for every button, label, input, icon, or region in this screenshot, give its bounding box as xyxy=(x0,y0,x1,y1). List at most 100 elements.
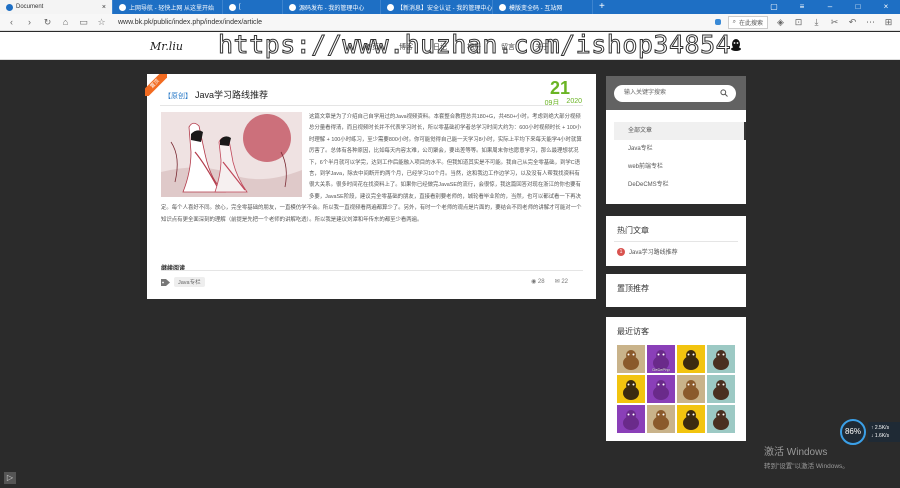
hot-articles-box: 热门文章 1 Java学习路线推荐 xyxy=(606,216,746,266)
page-favicon-icon xyxy=(289,3,296,11)
page-favicon-icon xyxy=(387,3,394,11)
date-month: 09月 xyxy=(544,100,560,107)
article-category: Java专栏 xyxy=(161,277,205,287)
reload-icon[interactable]: ↻ xyxy=(42,17,53,28)
close-window-icon[interactable]: × xyxy=(872,0,900,14)
tab-label: [ xyxy=(239,4,241,10)
tab-source-publish[interactable]: 源码发布 - 我的管理中心 xyxy=(283,0,381,14)
visitor-avatar[interactable]: DeDePhp xyxy=(647,345,675,373)
search-header: 输入关键字搜索 xyxy=(606,76,746,110)
search-icon[interactable] xyxy=(720,89,728,97)
avatar-image xyxy=(677,375,705,403)
thumbnail-space xyxy=(161,112,309,197)
site-header: Mr.liu 首页 博客 日记 相册 留言 关于 xyxy=(0,32,900,60)
grid-icon[interactable]: ⊞ xyxy=(883,17,894,28)
avatar-image xyxy=(617,375,645,403)
cut-icon[interactable]: ✂ xyxy=(829,17,840,28)
more-icon[interactable]: ⋯ xyxy=(865,17,876,28)
article-title[interactable]: 【原创】 Java学习路线推荐 xyxy=(164,88,268,101)
article-excerpt: 这篇文章是为了介绍自己自学用过的Java视频资料。本套整合教程总共180+G，共… xyxy=(161,112,583,226)
tab-label: 上网导航 - 轻快上网 从这里开始 xyxy=(129,5,214,12)
tab-bracket[interactable]: [ xyxy=(223,0,283,14)
qq-penguin-icon[interactable] xyxy=(730,38,742,52)
visitor-avatar[interactable] xyxy=(647,375,675,403)
minimize-icon[interactable]: – xyxy=(816,0,844,14)
back-icon[interactable]: ‹ xyxy=(6,17,17,27)
game-icon[interactable]: ◈ xyxy=(775,17,786,28)
category-item-all[interactable]: 全部文章 xyxy=(614,122,746,140)
article-card: 置顶 【原创】 Java学习路线推荐 21 09月 2020 这篇文章是为了介绍自… xyxy=(145,74,596,299)
home-icon[interactable]: ⌂ xyxy=(60,17,71,27)
avatar-image xyxy=(707,375,735,403)
hot-article-label: Java学习路线推荐 xyxy=(629,250,678,256)
nav-item[interactable]: 相册 xyxy=(467,42,481,52)
tab-security[interactable]: 【新消息】安全认证 - 我的管理中心 xyxy=(381,0,493,14)
activate-title: 激活 Windows xyxy=(764,447,828,458)
visitor-avatar[interactable] xyxy=(677,405,705,433)
forward-icon[interactable]: › xyxy=(24,17,35,27)
browser-search-box[interactable]: ⌕ 在此搜索 xyxy=(727,15,768,29)
network-speed: ↑ 2.5K/s ↓ 1.6K/s xyxy=(868,422,900,442)
visitor-avatar[interactable] xyxy=(707,375,735,403)
visitor-avatar[interactable] xyxy=(617,405,645,433)
search-icon: ⌕ xyxy=(732,18,736,25)
browser-toolbar: ‹ › ↻ ⌂ ▭ ☆ www.bk.pk/public/index.php/i… xyxy=(0,14,900,31)
menu-icon[interactable]: ≡ xyxy=(788,0,816,14)
avatar-image xyxy=(647,375,675,403)
skin-icon[interactable]: ▢ xyxy=(760,0,788,14)
nav-item[interactable]: 博客 xyxy=(399,42,413,52)
hot-article-item[interactable]: 1 Java学习路线推荐 xyxy=(617,247,678,256)
browser-logo-icon xyxy=(6,3,13,11)
visitor-avatar[interactable] xyxy=(617,345,645,373)
visitor-avatar[interactable] xyxy=(677,345,705,373)
sidebar-search-input[interactable]: 输入关键字搜索 xyxy=(614,85,736,102)
upload-speed: ↑ 2.5K/s xyxy=(871,425,890,431)
star-icon[interactable]: ☆ xyxy=(96,17,107,28)
visitor-avatar[interactable] xyxy=(617,375,645,403)
tab-navigation[interactable]: 上网导航 - 轻快上网 从这里开始 xyxy=(113,0,223,14)
address-bar[interactable]: www.bk.pk/public/index.php/index/index/a… xyxy=(118,19,262,26)
new-tab-button[interactable]: + xyxy=(593,0,611,14)
comments-stat: ✉ 22 xyxy=(555,278,568,285)
tab-label: 【新消息】安全认证 - 我的管理中心 xyxy=(397,5,493,12)
recent-visitors-title: 最近访客 xyxy=(617,327,649,336)
download-icon[interactable]: ⤓ xyxy=(811,17,822,28)
download-speed: ↓ 1.6K/s xyxy=(871,433,890,439)
window-controls: ▢ ≡ – □ × xyxy=(760,0,900,14)
comment-icon: ✉ xyxy=(554,279,560,285)
reader-icon[interactable]: ▭ xyxy=(78,17,89,28)
visitor-avatar[interactable] xyxy=(647,405,675,433)
article-stats: ◉ 28 ✉ 22 xyxy=(531,278,568,285)
tab-document[interactable]: Document × xyxy=(0,0,113,14)
cart-icon[interactable]: ⊡ xyxy=(793,17,804,28)
performance-gauge[interactable]: 86% xyxy=(840,419,866,445)
visitor-avatar[interactable] xyxy=(677,375,705,403)
nav-item[interactable]: 关于 xyxy=(535,42,549,52)
category-item-web[interactable]: web前端专栏 xyxy=(614,158,746,176)
nav-item[interactable]: 首页 xyxy=(365,42,379,52)
nav-item[interactable]: 日记 xyxy=(433,42,447,52)
visitor-grid: DeDePhp xyxy=(617,345,735,433)
maximize-icon[interactable]: □ xyxy=(844,0,872,14)
avatar-image xyxy=(617,345,645,373)
tab-template[interactable]: 模版变全码 - 互站网 xyxy=(493,0,593,14)
close-tab-icon[interactable]: × xyxy=(102,4,106,11)
expand-panel-icon[interactable]: ▷ xyxy=(4,472,16,484)
views-stat: ◉ 28 xyxy=(531,278,545,285)
undo-icon[interactable]: ↶ xyxy=(847,17,858,28)
avatar-image xyxy=(677,405,705,433)
category-chip[interactable]: Java专栏 xyxy=(174,277,205,287)
recent-visitors-box: 最近访客 DeDePhp xyxy=(606,317,746,441)
extension-icon[interactable] xyxy=(714,19,721,25)
windows-activation-notice: 激活 Windows 转到"设置"以激活 Windows。 xyxy=(764,443,849,470)
visitor-avatar[interactable] xyxy=(707,405,735,433)
site-logo[interactable]: Mr.liu xyxy=(150,40,183,53)
visitor-avatar[interactable] xyxy=(707,345,735,373)
category-item-dedecms[interactable]: DeDeCMS专栏 xyxy=(614,176,746,194)
top-recommend-title: 置顶推荐 xyxy=(617,284,649,293)
site-nav: 首页 博客 日记 相册 留言 关于 xyxy=(365,42,549,52)
nav-item[interactable]: 留言 xyxy=(501,42,515,52)
article-tag: 【原创】 xyxy=(164,93,192,100)
hot-articles-title: 热门文章 xyxy=(617,226,649,235)
category-item-java[interactable]: Java专栏 xyxy=(614,140,746,158)
